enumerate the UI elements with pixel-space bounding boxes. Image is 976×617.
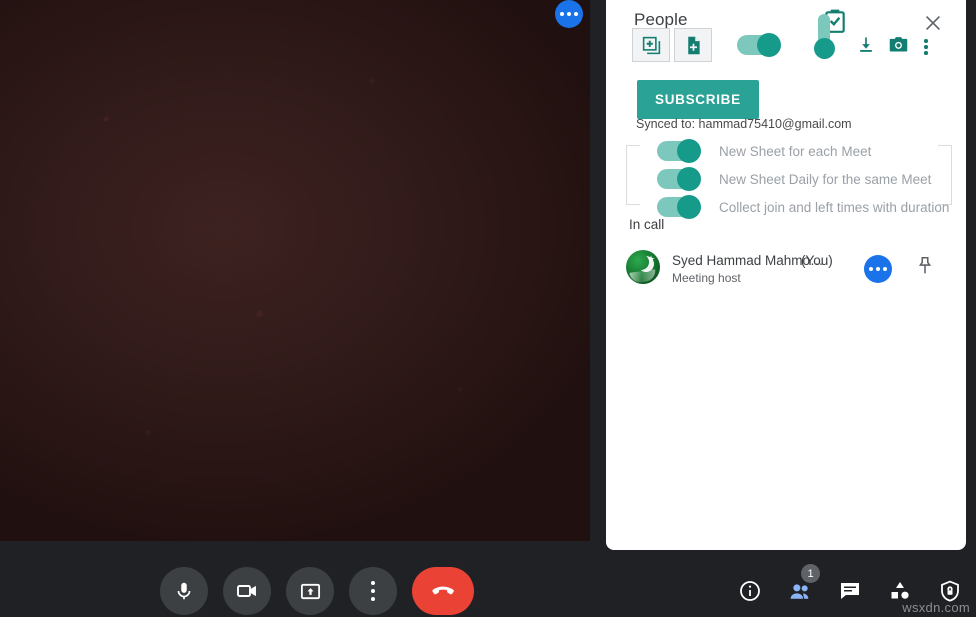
chat-icon [841,583,859,599]
dot [875,266,881,272]
dot [924,39,928,43]
info-icon [740,581,760,601]
chat-button[interactable] [833,574,867,608]
synced-account-label: Synced to: hammad75410@gmail.com [636,117,852,131]
camera-icon[interactable] [888,34,909,60]
setting-row-new-sheet-each-meet: New Sheet for each Meet [657,139,872,163]
in-call-section-label: In call [629,217,665,232]
video-tile [0,0,590,541]
participant-count-badge: 1 [801,564,820,583]
pakistan-flag-avatar: ★ [626,250,660,284]
add-to-sheet-icon[interactable] [632,28,670,62]
pin-icon[interactable] [914,255,940,281]
subscribe-button[interactable]: SUBSCRIBE [637,80,759,119]
addon-master-toggle[interactable] [737,33,781,57]
addon-overflow-menu[interactable] [921,39,931,55]
setting-row-collect-times: Collect join and left times with duratio… [657,195,950,219]
star-shape: ★ [647,254,656,264]
addon-toolbar [632,28,781,62]
present-screen-icon [300,583,320,599]
close-panel-button[interactable] [920,10,946,36]
toggle-new-sheet-each-meet[interactable] [657,139,701,163]
microphone-button[interactable] [160,567,208,615]
setting-label: New Sheet for each Meet [719,143,872,159]
hangup-phone-icon [432,586,454,595]
dot [566,11,572,17]
dot [924,51,928,55]
toggle-collect-times[interactable] [657,195,701,219]
addon-settings-group: New Sheet for each Meet New Sheet Daily … [626,139,952,219]
site-watermark: wsxdn.com [902,600,970,615]
flag-swoosh [629,269,657,284]
setting-label: New Sheet Daily for the same Meet [719,171,932,187]
bracket-decoration [938,145,952,146]
dot [924,45,928,49]
setting-row-new-sheet-daily: New Sheet Daily for the same Meet [657,167,932,191]
camera-button[interactable] [223,567,271,615]
participant-role: Meeting host [672,271,741,285]
dot [370,580,376,586]
participant-row[interactable]: ★ Syed Hammad Mahmo… (You) Meeting host [606,247,966,291]
dot [868,266,874,272]
addon-tool-icons [856,34,931,60]
leave-call-button[interactable] [412,567,474,615]
slider-knob [814,38,835,59]
thermometer-slider-icon[interactable] [812,14,835,64]
present-screen-button[interactable] [286,567,334,615]
meeting-details-button[interactable] [733,574,767,608]
call-controls-bar [160,567,474,615]
toggle-new-sheet-daily[interactable] [657,167,701,191]
show-everyone-button[interactable]: 1 [783,564,820,608]
dot [370,596,376,602]
panel-title: People [634,10,688,29]
dot [573,11,579,17]
tile-more-options-button[interactable] [555,0,583,28]
video-feed [0,0,590,541]
microphone-icon [177,582,191,600]
call-more-options-button[interactable] [349,567,397,615]
participant-you-tag: (You) [801,253,833,268]
dot [882,266,888,272]
setting-label: Collect join and left times with duratio… [719,199,950,215]
participant-more-options-button[interactable] [864,255,892,283]
dot [370,588,376,594]
download-icon[interactable] [856,35,876,60]
video-camera-icon [237,585,256,597]
dot [559,11,565,17]
new-document-icon[interactable] [674,28,712,62]
meet-window: People SUBSCRIBE Synced to: hammad75410@… [0,0,976,617]
